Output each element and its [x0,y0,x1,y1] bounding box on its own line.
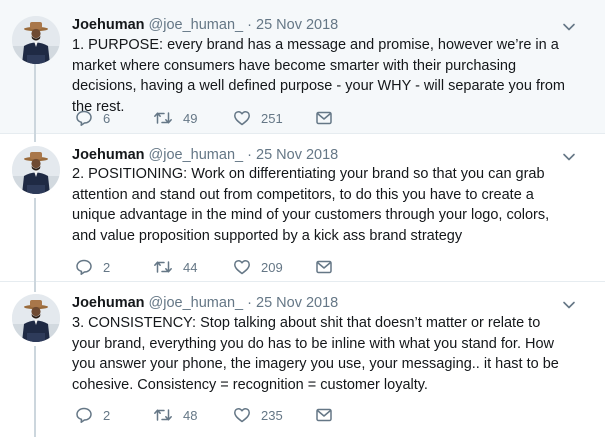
direct-message-icon [315,258,333,276]
user-handle[interactable]: @joe_human_ [149,295,244,311]
tweet-date[interactable]: 25 Nov 2018 [256,295,338,311]
tweet-header: Joehuman @joe_human_ · 25 Nov 2018 [72,146,338,164]
tweet-actions: 2 44 209 [75,256,335,278]
avatar[interactable] [12,16,60,64]
chevron-down-icon[interactable] [562,150,576,164]
tweet-header: Joehuman @joe_human_ · 25 Nov 2018 [72,16,338,34]
direct-message-button[interactable] [315,256,335,278]
reply-icon [75,406,93,424]
direct-message-button[interactable] [315,404,335,426]
reply-count: 6 [103,110,111,126]
retweet-button[interactable]: 49 [153,107,233,129]
tweet-text: 1. PURPOSE: every brand has a message an… [72,37,565,115]
like-icon [233,109,251,127]
direct-message-button[interactable] [315,107,335,129]
reply-button[interactable]: 2 [75,256,153,278]
reply-count: 2 [103,407,111,423]
chevron-down-icon[interactable] [562,20,576,34]
retweet-icon [153,406,173,424]
chevron-down-icon[interactable] [562,298,576,312]
retweet-button[interactable]: 48 [153,404,233,426]
display-name[interactable]: Joehuman [72,17,145,33]
thread-connector [34,280,36,292]
avatar-image [12,294,60,342]
avatar-image [12,16,60,64]
avatar[interactable] [12,294,60,342]
retweet-icon [153,258,173,276]
separator: · [247,147,252,163]
direct-message-icon [315,109,333,127]
display-name[interactable]: Joehuman [72,147,145,163]
separator: · [247,17,252,33]
like-count: 235 [261,407,283,423]
retweet-count: 49 [183,110,198,126]
like-button[interactable]: 251 [233,107,315,129]
tweet-actions: 6 49 251 [75,107,335,129]
tweet-thread: Joehuman @joe_human_ · 25 Nov 2018 1. PU… [0,0,605,437]
tweet-text: 3. CONSISTENCY: Stop talking about shit … [72,315,559,393]
like-button[interactable]: 209 [233,256,315,278]
like-icon [233,258,251,276]
retweet-button[interactable]: 44 [153,256,233,278]
separator: · [247,295,252,311]
tweet-text: 2. POSITIONING: Work on differentiating … [72,166,550,244]
direct-message-icon [315,406,333,424]
like-count: 209 [261,259,283,275]
thread-connector [34,64,36,134]
like-count: 251 [261,110,283,126]
reply-icon [75,109,93,127]
user-handle[interactable]: @joe_human_ [149,147,244,163]
thread-connector [34,346,36,437]
retweet-count: 44 [183,259,198,275]
thread-connector [34,132,36,142]
retweet-icon [153,109,173,127]
reply-button[interactable]: 2 [75,404,153,426]
thread-connector [34,198,36,282]
reply-icon [75,258,93,276]
tweet-card[interactable]: Joehuman @joe_human_ · 25 Nov 2018 1. PU… [0,0,605,134]
reply-button[interactable]: 6 [75,107,153,129]
avatar[interactable] [12,146,60,194]
tweet-actions: 2 48 235 [75,404,335,426]
tweet-date[interactable]: 25 Nov 2018 [256,147,338,163]
avatar-image [12,146,60,194]
tweet-card[interactable]: Joehuman @joe_human_ · 25 Nov 2018 2. PO… [0,132,605,282]
display-name[interactable]: Joehuman [72,295,145,311]
reply-count: 2 [103,259,111,275]
retweet-count: 48 [183,407,198,423]
tweet-card[interactable]: Joehuman @joe_human_ · 25 Nov 2018 3. CO… [0,280,605,437]
tweet-header: Joehuman @joe_human_ · 25 Nov 2018 [72,294,338,312]
like-icon [233,406,251,424]
user-handle[interactable]: @joe_human_ [149,17,244,33]
like-button[interactable]: 235 [233,404,315,426]
tweet-date[interactable]: 25 Nov 2018 [256,17,338,33]
